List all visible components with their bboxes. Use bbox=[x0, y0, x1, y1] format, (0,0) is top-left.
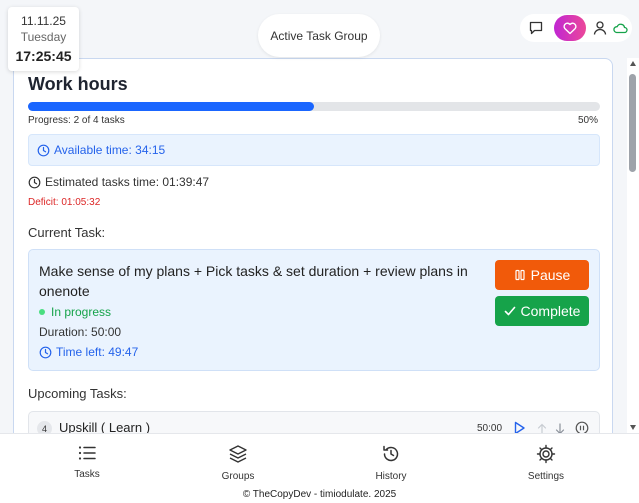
nav-groups[interactable]: Groups bbox=[198, 444, 278, 482]
estimated-time-text: Estimated tasks time: 01:39:47 bbox=[45, 175, 210, 189]
time-left: Time left: 49:47 bbox=[39, 345, 138, 359]
date-label: 11.11.25 bbox=[21, 14, 66, 28]
progress-bar bbox=[28, 102, 600, 111]
progress-percent: 50% bbox=[577, 115, 598, 126]
scroll-down-icon[interactable] bbox=[630, 425, 636, 430]
list-icon bbox=[78, 446, 96, 460]
cloud-icon[interactable] bbox=[612, 21, 628, 35]
scroll-up-icon[interactable] bbox=[630, 61, 636, 66]
clock-icon bbox=[39, 346, 52, 358]
duration-text: Duration: 50:00 bbox=[39, 325, 122, 339]
page-title: Work hours bbox=[28, 74, 128, 94]
nav-settings[interactable]: Settings bbox=[506, 444, 586, 482]
heart-icon[interactable] bbox=[554, 15, 586, 41]
status-badge: In progress bbox=[39, 305, 111, 319]
status-dot-icon bbox=[39, 309, 45, 315]
clock-icon bbox=[28, 176, 41, 188]
estimated-time: Estimated tasks time: 01:39:47 bbox=[28, 175, 209, 189]
nav-label: Settings bbox=[527, 471, 565, 482]
nav-history[interactable]: History bbox=[351, 444, 431, 482]
footer-copyright: © TheCopyDev - timiodulate. 2025 bbox=[242, 489, 397, 500]
current-task-name: Make sense of my plans + Pick tasks & se… bbox=[39, 263, 468, 299]
pause-button[interactable]: Pause bbox=[495, 260, 589, 290]
nav-tasks[interactable]: Tasks bbox=[47, 444, 127, 480]
scrollbar-thumb[interactable] bbox=[629, 74, 636, 172]
nav-label: Tasks bbox=[74, 469, 100, 480]
progress-bar-fill bbox=[28, 102, 314, 111]
active-task-group-button[interactable]: Active Task Group bbox=[258, 14, 380, 57]
check-icon bbox=[504, 306, 515, 316]
work-hours-card: Work hours Progress: 2 of 4 tasks 50% Av… bbox=[13, 58, 613, 443]
nav-label: Groups bbox=[221, 471, 255, 482]
history-icon bbox=[383, 445, 399, 462]
upcoming-tasks-heading: Upcoming Tasks: bbox=[28, 386, 127, 401]
complete-button[interactable]: Complete bbox=[495, 296, 589, 326]
clock-icon bbox=[37, 144, 50, 156]
deficit-text: Deficit: 01:05:32 bbox=[28, 197, 101, 208]
progress-text: Progress: 2 of 4 tasks bbox=[28, 115, 125, 126]
layers-icon bbox=[229, 445, 247, 463]
complete-label: Complete bbox=[520, 303, 581, 319]
top-icon-bar bbox=[520, 14, 632, 42]
scrollbar[interactable] bbox=[627, 58, 639, 433]
pause-icon bbox=[515, 269, 525, 281]
clock-label: 17:25:45 bbox=[15, 48, 72, 64]
current-task-card: Make sense of my plans + Pick tasks & se… bbox=[28, 249, 600, 371]
gear-icon bbox=[536, 444, 556, 464]
available-time-banner: Available time: 34:15 bbox=[28, 134, 600, 166]
user-icon[interactable] bbox=[593, 20, 607, 36]
nav-label: History bbox=[375, 471, 407, 482]
status-text: In progress bbox=[51, 305, 112, 319]
pause-label: Pause bbox=[530, 267, 571, 283]
current-task-heading: Current Task: bbox=[28, 225, 106, 240]
time-left-text: Time left: 49:47 bbox=[56, 345, 139, 359]
weekday-label: Tuesday bbox=[20, 30, 67, 44]
chat-icon[interactable] bbox=[528, 20, 544, 36]
available-time-text: Available time: 34:15 bbox=[54, 143, 166, 157]
date-time-widget: 11.11.25 Tuesday 17:25:45 bbox=[8, 7, 79, 71]
